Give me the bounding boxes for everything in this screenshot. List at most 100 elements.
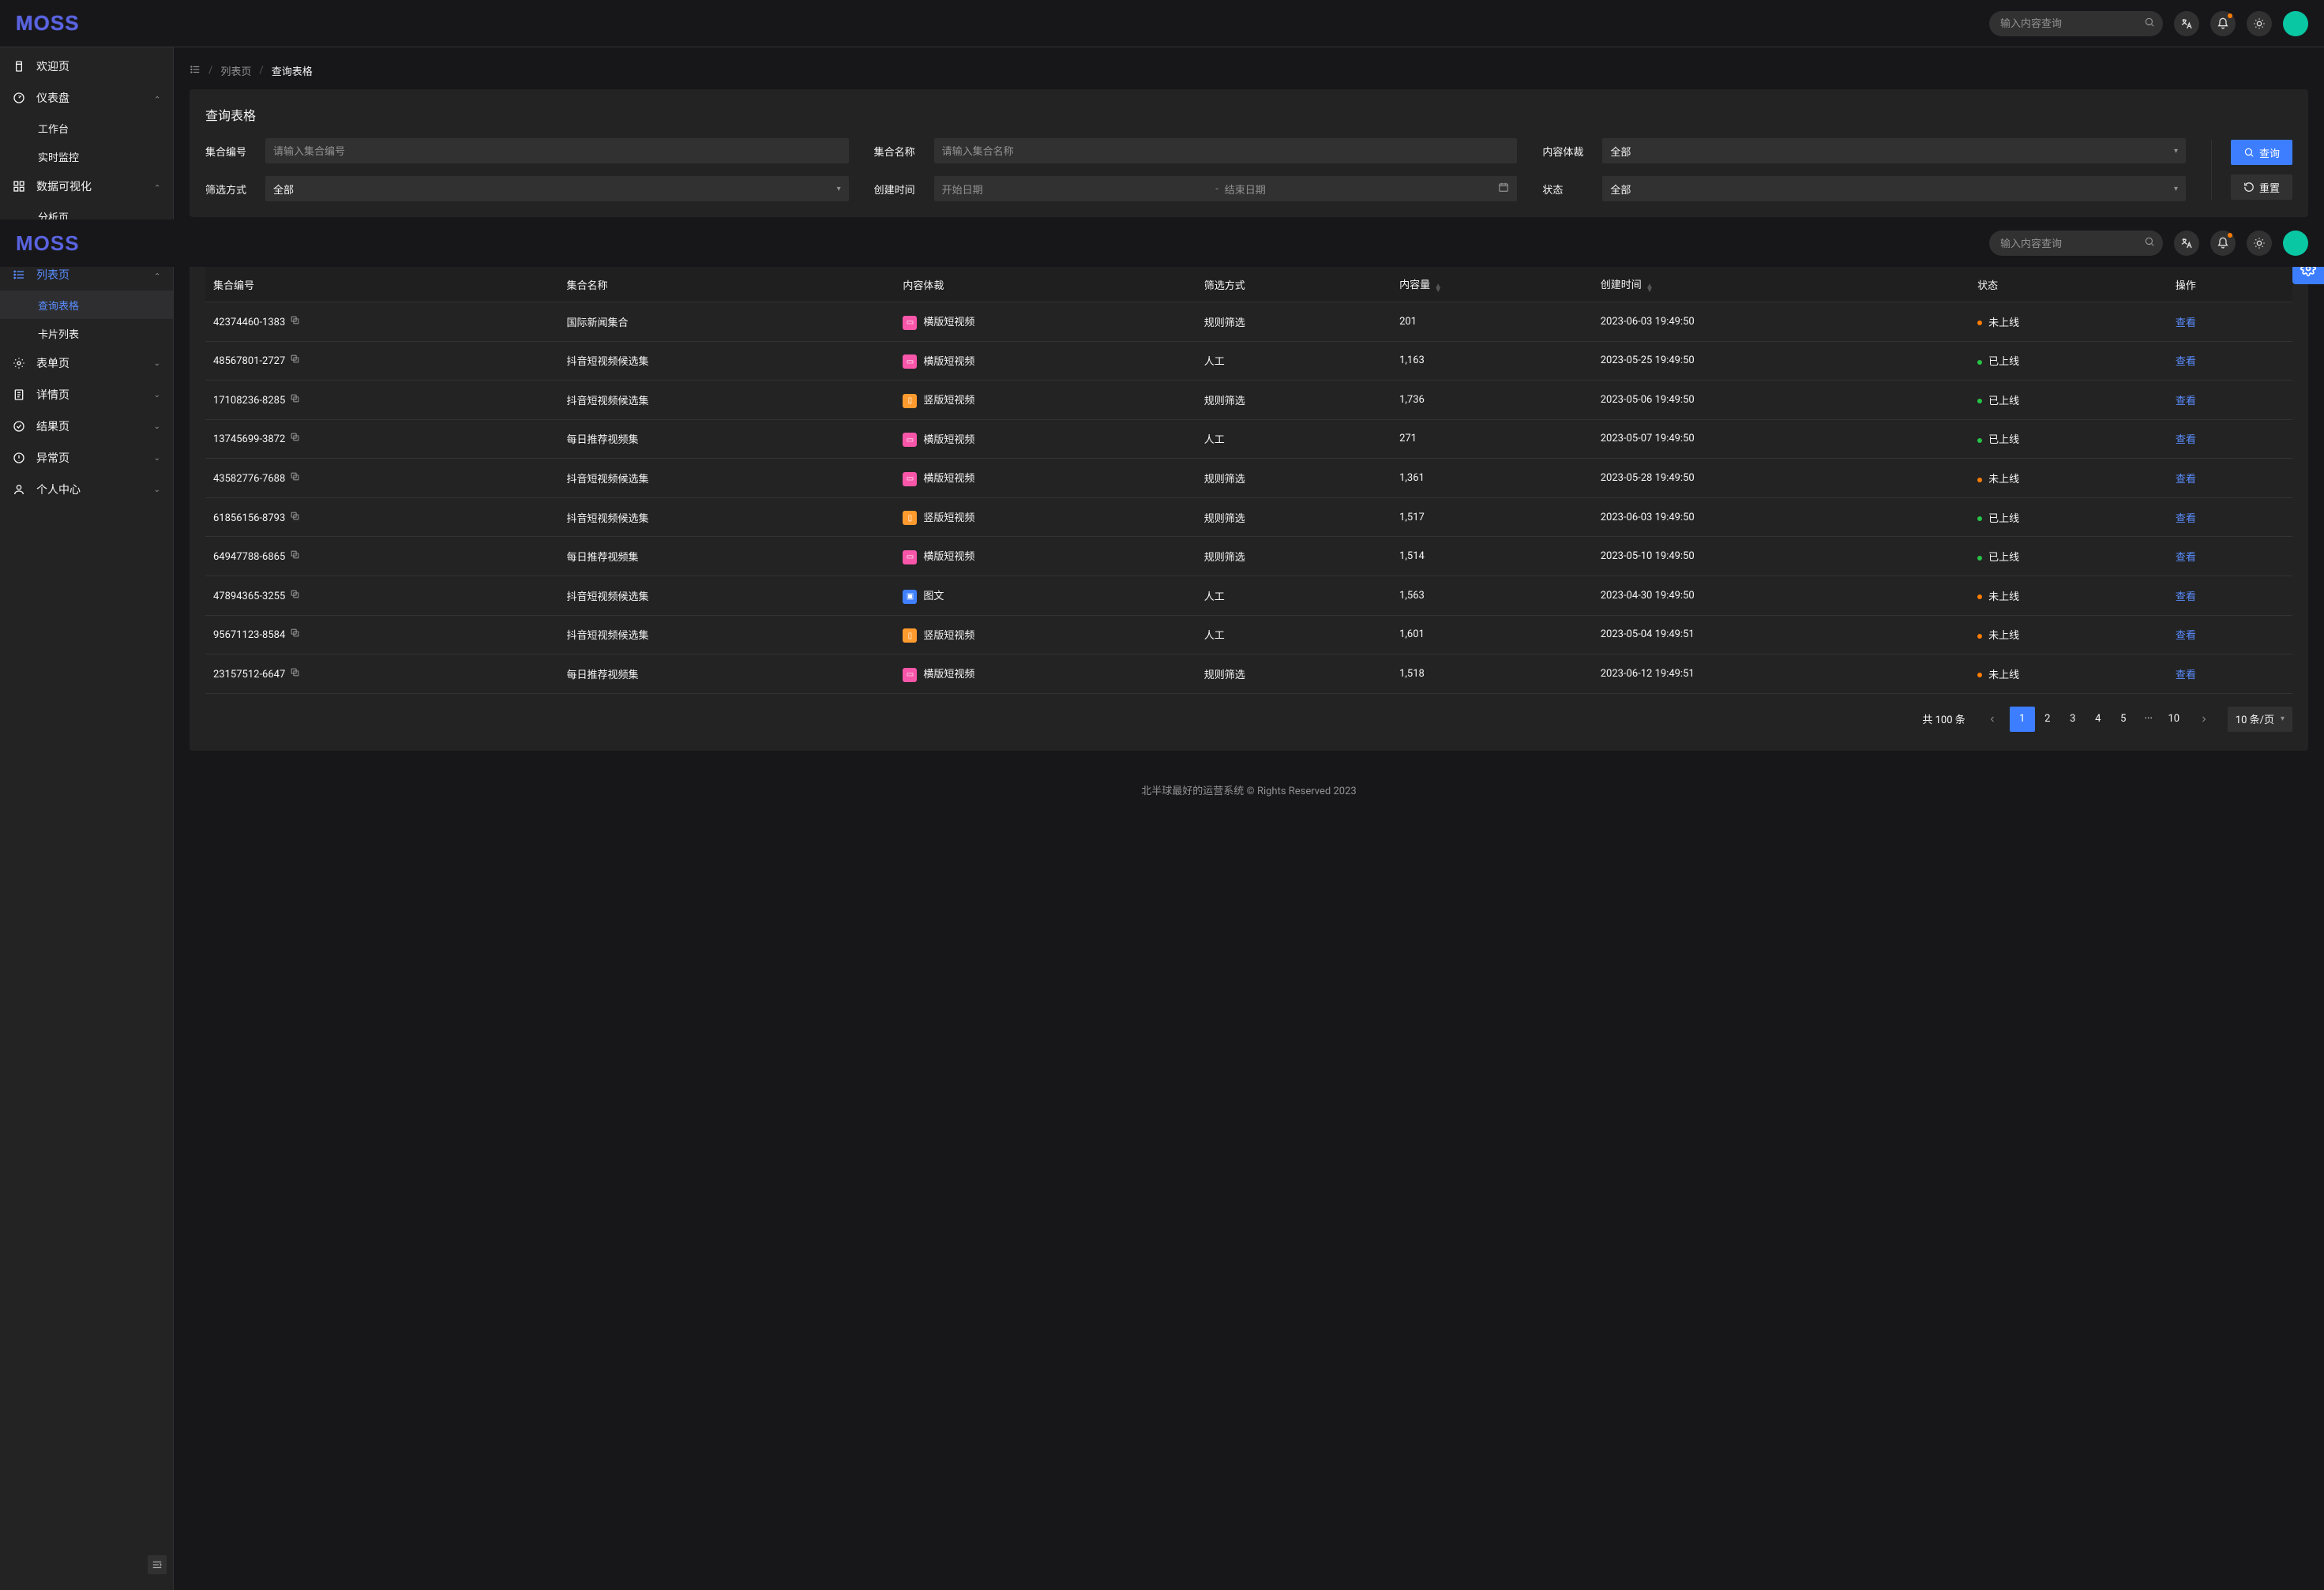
select-filter-method[interactable]: 全部 ▾ — [265, 176, 849, 201]
copy-icon[interactable] — [290, 629, 300, 641]
notification-button-dup[interactable] — [2210, 231, 2236, 256]
tab-manual-preset[interactable]: 人工预置 — [275, 236, 344, 266]
cell-status: 未上线 — [1988, 669, 2019, 681]
table-row: 48567801-2727抖音短视频候选集▭横版短视频人工1,1632023-0… — [205, 341, 2292, 381]
header: MOSS — [0, 0, 2324, 47]
sidebar-item-8[interactable]: 个人中心⌄ — [0, 474, 173, 505]
chevron-down-icon: ⌄ — [154, 94, 160, 103]
page-3[interactable]: 3 — [2060, 707, 2086, 732]
global-search-input-dup[interactable] — [1989, 231, 2163, 256]
global-search-input[interactable] — [1989, 11, 2163, 36]
view-link[interactable]: 查看 — [2176, 630, 2196, 642]
copy-icon[interactable] — [290, 512, 300, 524]
sidebar-subitem-1-0[interactable]: 工作台 — [0, 114, 173, 142]
view-link[interactable]: 查看 — [2176, 513, 2196, 525]
sidebar-item-3[interactable]: 列表页⌄ — [0, 259, 173, 291]
th-4[interactable]: 内容量 ▲▼ — [1391, 267, 1593, 302]
cell-name: 抖音短视频候选集 — [558, 381, 895, 420]
sidebar-item-4[interactable]: 表单页⌄ — [0, 347, 173, 379]
copy-icon[interactable] — [290, 433, 300, 445]
sidebar-item-2[interactable]: 数据可视化⌄ — [0, 171, 173, 202]
query-button[interactable]: 查询 — [2231, 140, 2292, 165]
table-row: 13745699-3872每日推荐视频集▭横版短视频人工2712023-05-0… — [205, 419, 2292, 459]
table-row: 61856156-8793抖音短视频候选集▯竖版短视频规则筛选1,5172023… — [205, 497, 2292, 537]
copy-icon[interactable] — [290, 591, 300, 602]
copy-icon[interactable] — [290, 395, 300, 407]
cell-id: 13745699-3872 — [213, 433, 285, 445]
page-1[interactable]: 1 — [2010, 707, 2035, 732]
select-status[interactable]: 全部 ▾ — [1602, 176, 2186, 201]
cell-time: 2023-05-28 19:49:50 — [1593, 459, 1969, 498]
sidebar-item-7[interactable]: 异常页⌄ — [0, 442, 173, 474]
copy-icon[interactable] — [290, 317, 300, 328]
sidebar-item-0[interactable]: 欢迎页 — [0, 51, 173, 82]
avatar-dup[interactable] — [2283, 231, 2308, 256]
copy-icon[interactable] — [290, 669, 300, 681]
cell-id: 61856156-8793 — [213, 512, 285, 524]
page-size-select[interactable]: 10 条/页 ▾ — [2228, 707, 2292, 732]
pagination-next[interactable] — [2191, 707, 2217, 732]
sidebar-item-label: 表单页 — [36, 355, 69, 371]
select-content-type[interactable]: 全部 ▾ — [1602, 138, 2186, 163]
sidebar-subitem-3-1[interactable]: 卡片列表 — [0, 319, 173, 347]
language-button-dup[interactable] — [2174, 231, 2199, 256]
reset-button[interactable]: 重置 — [2231, 174, 2292, 200]
breadcrumb-l1[interactable]: 列表页 — [220, 63, 251, 78]
content-type-icon: ▣ — [903, 590, 917, 604]
status-dot — [1977, 594, 1982, 599]
input-set-id[interactable] — [265, 138, 849, 163]
view-link[interactable]: 查看 — [2176, 356, 2196, 368]
content-type-icon: ▯ — [903, 511, 917, 525]
sidebar-subitem-3-0[interactable]: 查询表格 — [0, 291, 173, 319]
cell-filter: 人工 — [1196, 419, 1391, 459]
sidebar-subitem-1-1[interactable]: 实时监控 — [0, 142, 173, 171]
view-link[interactable]: 查看 — [2176, 396, 2196, 407]
view-link[interactable]: 查看 — [2176, 317, 2196, 329]
avatar[interactable] — [2283, 11, 2308, 36]
copy-icon[interactable] — [290, 355, 300, 367]
sidebar-item-1[interactable]: 仪表盘⌄ — [0, 82, 173, 114]
page-2[interactable]: 2 — [2035, 707, 2060, 732]
select-filter-method-value: 全部 — [273, 182, 294, 197]
view-link[interactable]: 查看 — [2176, 474, 2196, 486]
page-4[interactable]: 4 — [2086, 707, 2111, 732]
page-size-label: 10 条/页 — [2236, 711, 2274, 726]
theme-button[interactable] — [2247, 11, 2272, 36]
page-5[interactable]: 5 — [2111, 707, 2136, 732]
view-link[interactable]: 查看 — [2176, 434, 2196, 446]
th-3: 筛选方式 — [1196, 267, 1391, 302]
breadcrumb: / 列表页 / 查询表格 — [190, 60, 2308, 89]
cell-name: 抖音短视频候选集 — [558, 341, 895, 381]
copy-icon[interactable] — [290, 551, 300, 563]
chevron-down-icon: ▾ — [2174, 147, 2178, 156]
status-dot — [1977, 634, 1982, 639]
pagination-total: 共 100 条 — [1922, 711, 1965, 726]
page-10[interactable]: 10 — [2161, 707, 2187, 732]
input-set-name[interactable] — [934, 138, 1518, 163]
sidebar-collapse-button[interactable] — [148, 1555, 167, 1574]
pagination-prev[interactable] — [1980, 707, 2005, 732]
cell-count: 1,736 — [1391, 381, 1593, 420]
config-button[interactable] — [2292, 253, 2324, 284]
date-range-picker[interactable]: 开始日期 - 结束日期 — [934, 176, 1518, 201]
select-content-type-value: 全部 — [1610, 144, 1631, 159]
notification-button[interactable] — [2210, 11, 2236, 36]
sidebar-item-6[interactable]: 结果页⌄ — [0, 411, 173, 442]
copy-icon[interactable] — [290, 473, 300, 485]
cell-name: 抖音短视频候选集 — [558, 615, 895, 654]
th-5[interactable]: 创建时间 ▲▼ — [1593, 267, 1969, 302]
cell-filter: 人工 — [1196, 576, 1391, 615]
sidebar-subitem-2-0[interactable]: 分析页 — [0, 202, 173, 231]
tab-rule-preset[interactable]: 规则预置 — [205, 236, 275, 266]
cell-type: 横版短视频 — [923, 356, 974, 368]
view-link[interactable]: 查看 — [2176, 669, 2196, 681]
cell-status: 未上线 — [1988, 317, 2019, 329]
theme-button-dup[interactable] — [2247, 231, 2272, 256]
view-link[interactable]: 查看 — [2176, 552, 2196, 564]
language-button[interactable] — [2174, 11, 2199, 36]
gear-icon — [13, 357, 25, 369]
label-status: 状态 — [1542, 182, 1590, 197]
cell-name: 抖音短视频候选集 — [558, 576, 895, 615]
sidebar-item-5[interactable]: 详情页⌄ — [0, 379, 173, 411]
view-link[interactable]: 查看 — [2176, 591, 2196, 603]
